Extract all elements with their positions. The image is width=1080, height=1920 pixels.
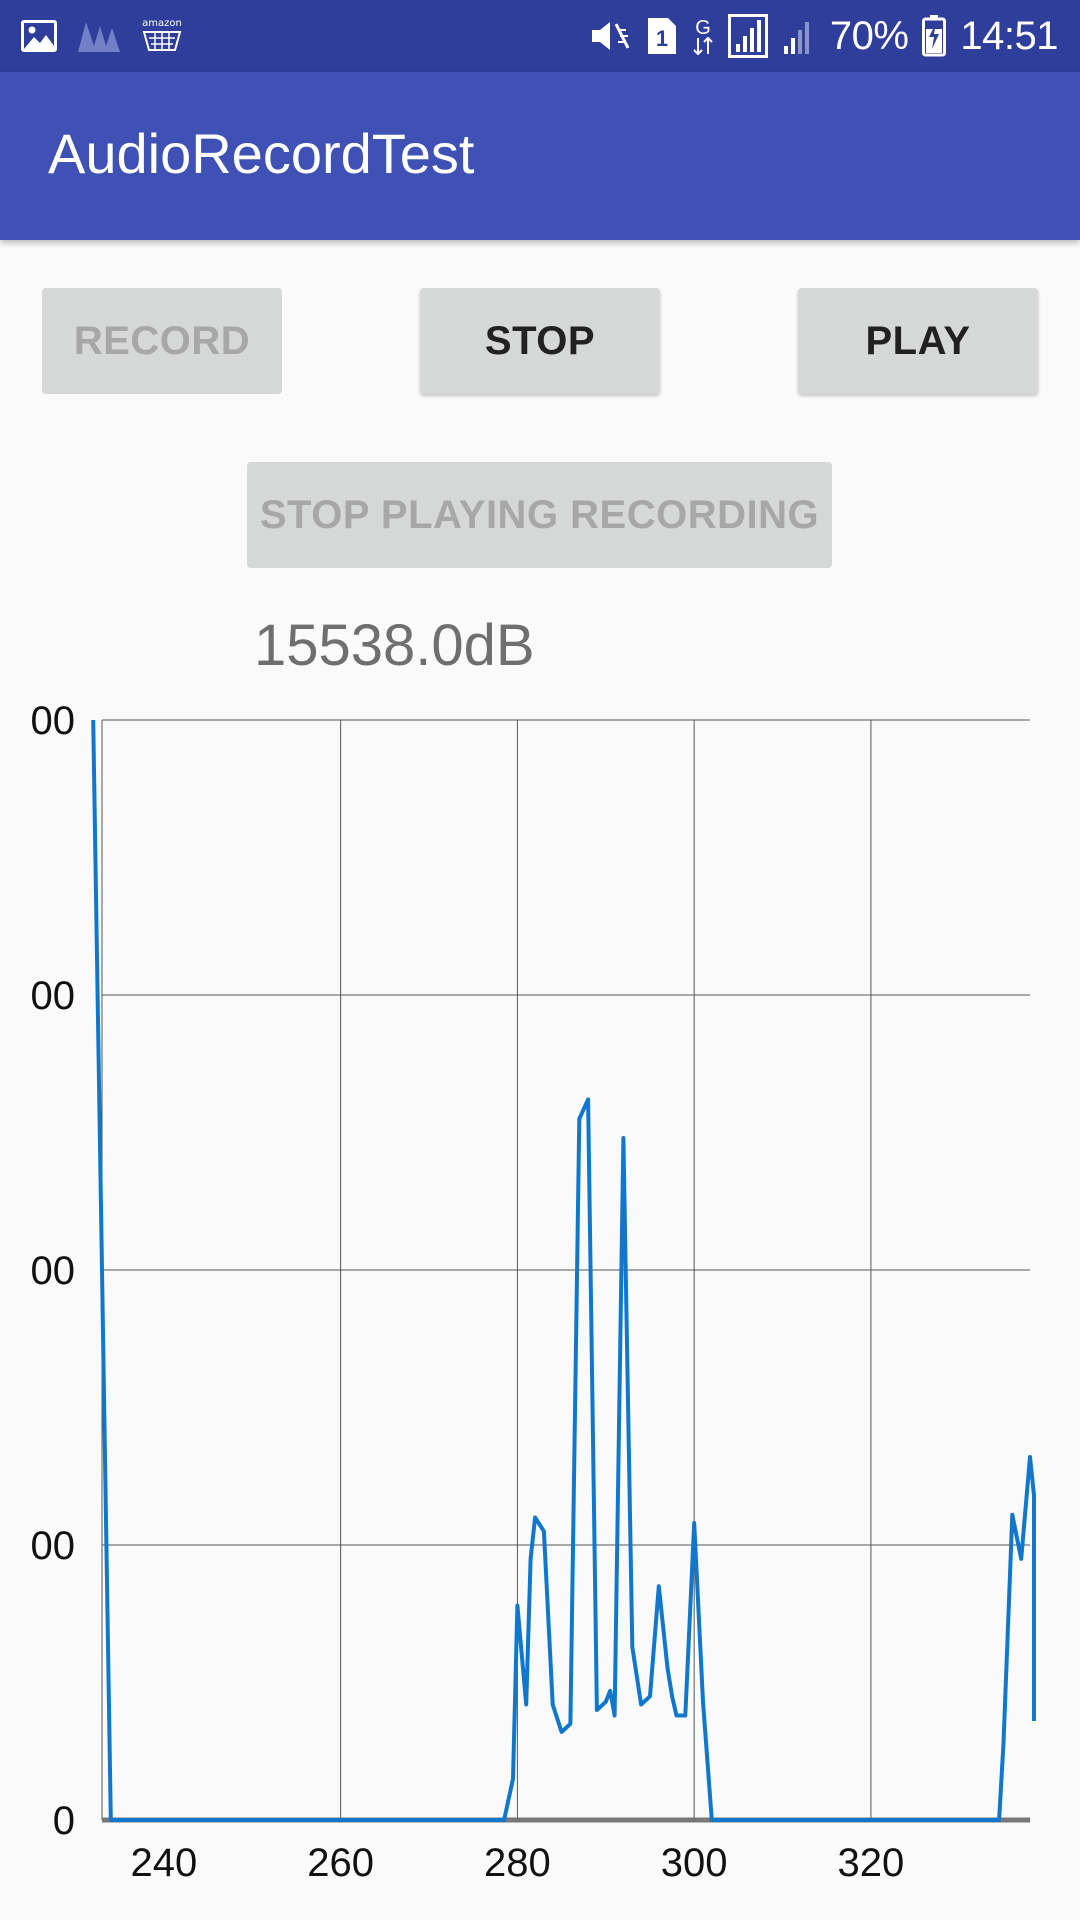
battery-percentage: 70%	[829, 14, 909, 58]
x-tick-label: 300	[661, 1841, 728, 1885]
signal-2-icon	[782, 16, 816, 56]
status-bar: amazon 1 G 70% 14:51	[0, 0, 1080, 72]
stop-playing-recording-button[interactable]: STOP PLAYING RECORDING	[247, 462, 832, 568]
y-tick-label: 0	[53, 1799, 75, 1843]
chart-y-axis-labels: 000000000	[31, 699, 76, 1843]
decibel-readout: 15538.0dB	[254, 613, 535, 678]
chart-grid	[101, 719, 1030, 1820]
notification-icons: amazon	[20, 16, 184, 56]
x-tick-label: 260	[307, 1841, 374, 1885]
x-tick-label: 320	[838, 1841, 905, 1885]
signal-1-icon	[727, 14, 768, 58]
image-icon	[20, 19, 58, 53]
app-logo-icon	[76, 18, 122, 54]
app-bar: AudioRecordTest	[0, 72, 1080, 240]
y-tick-label: 00	[31, 1249, 76, 1293]
sim-slot-number: 1	[656, 26, 668, 51]
stop-button[interactable]: STOP	[420, 288, 660, 394]
audio-level-chart[interactable]: 000000000 240 260 280 300 320	[0, 690, 1080, 1920]
x-tick-label: 240	[130, 1841, 197, 1885]
sim-1-icon: 1	[646, 16, 678, 56]
play-button[interactable]: PLAY	[798, 288, 1038, 394]
mute-vibrate-icon	[588, 16, 632, 56]
x-tick-label: 280	[484, 1841, 551, 1885]
clock: 14:51	[960, 14, 1058, 58]
y-tick-label: 00	[31, 699, 76, 743]
chart-x-axis-labels: 240 260 280 300 320	[130, 1841, 904, 1885]
y-tick-label: 00	[31, 1524, 76, 1568]
data-g-icon: G	[692, 14, 714, 58]
amazon-shopping-icon: amazon	[140, 16, 184, 56]
network-type-label: G	[695, 17, 711, 39]
y-tick-label: 00	[31, 974, 76, 1018]
battery-charging-icon	[922, 15, 947, 57]
app-title: AudioRecordTest	[48, 122, 475, 185]
record-button[interactable]: RECORD	[42, 288, 282, 394]
amazon-label: amazon	[142, 18, 182, 29]
system-status: 1 G 70% 14:51	[588, 10, 1058, 62]
